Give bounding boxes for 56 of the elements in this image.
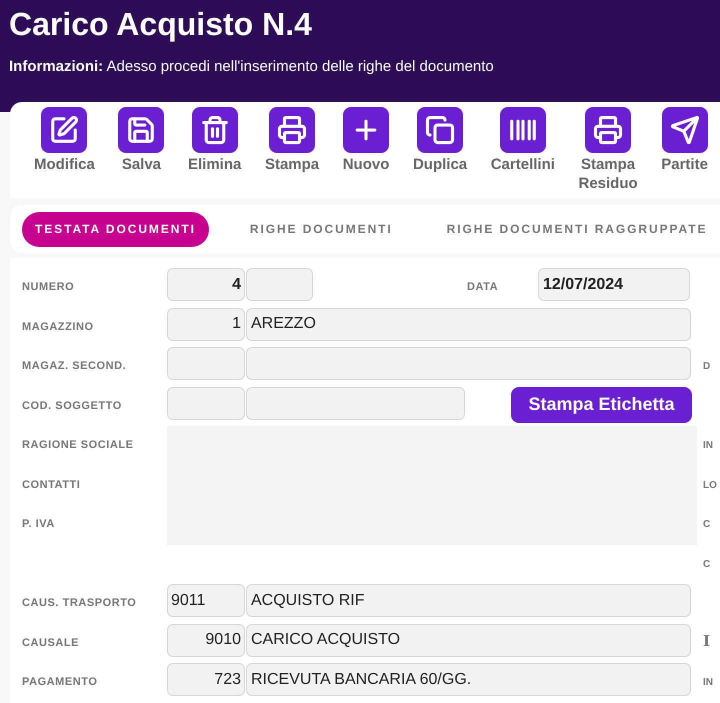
field-label: LO [703,480,717,490]
code-field[interactable] [167,386,245,420]
paper-plane-icon [662,107,708,153]
toolbar-button[interactable]: Stampa [264,107,320,198]
field-label: RAGIONE SOCIALE [22,439,134,451]
page-title: Carico Acquisto N.4 [9,5,313,44]
description-field[interactable]: RICEVUTA BANCARIA 60/GG. [246,663,691,696]
field-label: C [703,558,710,570]
plus-icon [343,107,390,153]
toolbar-button[interactable]: Partite [661,107,708,198]
info-text: Informazioni: Adesso procedi nell'inserimento delle righe del documento [9,57,495,77]
description-field[interactable] [246,347,691,380]
number-field[interactable]: 4 [167,268,245,301]
barcode-icon [500,107,546,153]
copy-icon [417,107,464,153]
field-label: MAGAZZINO [22,320,94,332]
code-field[interactable]: 9010 [167,624,245,656]
field-label: IN [703,440,713,451]
toolbar-button[interactable]: Nuovo [342,107,390,198]
toolbar-button[interactable]: Modifica [34,107,95,198]
description-field[interactable]: AREZZO [246,308,691,340]
printer-icon [585,107,632,153]
field-label: PAGAMENTO [22,676,98,688]
code-field[interactable] [167,347,245,380]
field-label: DATA [467,281,498,293]
code-field[interactable]: 9011 [167,584,245,617]
toolbar-button[interactable]: Cartellini [490,107,555,198]
description-field[interactable]: ACQUISTO RIF [246,584,691,617]
description-field[interactable] [246,386,465,420]
toolbar-button[interactable]: Stampa Residuo [578,107,638,198]
code-field[interactable]: 1 [167,308,245,340]
field-label: P. IVA [22,518,55,530]
tab[interactable]: RIGHE DOCUMENTI [236,212,406,246]
field-label: D [703,361,710,372]
field-label: CAUS. TRASPORTO [22,597,136,609]
field-label: C [703,519,710,530]
description-field[interactable]: CARICO ACQUISTO [246,624,691,656]
date-field[interactable]: 12/07/2024 [538,268,690,301]
printer-icon [269,107,316,153]
print-label-button[interactable]: Stampa Etichetta [511,386,692,422]
tab[interactable]: TESTATA DOCUMENTI [22,212,209,246]
toolbar-button[interactable]: Elimina [188,107,242,198]
field-label: MAGAZ. SECOND. [22,360,126,372]
field-label: IN [703,677,713,688]
field-label: COD. SOGGETTO [22,400,122,412]
field-label: CAUSALE [22,636,80,648]
toolbar-button[interactable]: Salva [118,107,164,198]
field-label: NUMERO [22,281,74,293]
tab[interactable]: RIGHE DOCUMENTI RAGGRUPPATE [434,212,720,246]
field-label: CONTATTI [22,478,80,490]
number-suffix-field[interactable] [246,268,313,301]
code-field[interactable]: 723 [167,663,245,696]
toolbar-button[interactable]: Duplica [412,107,468,198]
field-label: I [703,632,710,650]
trash-icon [192,107,238,153]
edit-icon [41,107,88,153]
